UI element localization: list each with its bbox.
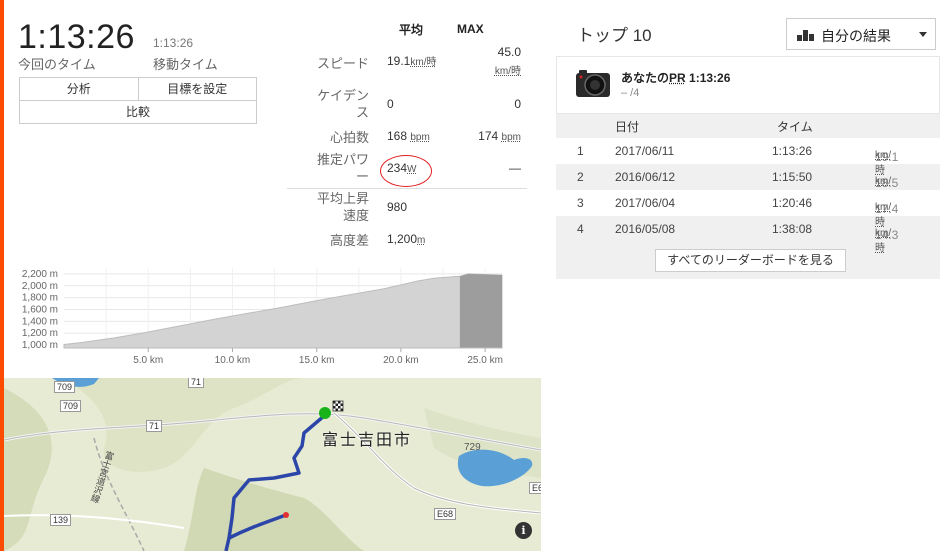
stat-heartrate-max: 174 bpm (478, 129, 521, 143)
stat-label-cadence: ケイデンス (317, 88, 369, 120)
stat-label-heartrate: 心拍数 (329, 129, 369, 145)
stat-power-max: — (509, 160, 521, 175)
elev-y-tick-label: 1,000 m (22, 340, 58, 351)
moving-time: 1:13:26 (153, 36, 194, 50)
elev-area (63, 273, 503, 349)
stat-label-power: 推定パワー (317, 151, 370, 184)
set-goal-button[interactable]: 目標を設定 (137, 78, 256, 100)
stats-col-avg: 平均 (399, 22, 424, 37)
row-rank: 2 (577, 170, 584, 184)
elevation-chart: 1,000 m1,200 m1,400 m1,600 m1,800 m2,000… (22, 268, 503, 366)
road-label-729: 729 (464, 442, 481, 453)
info-icon[interactable]: i (515, 522, 532, 539)
stat-speed-max-unit: km/時 (494, 66, 521, 77)
stat-climb-rate-avg: 980 (387, 187, 457, 226)
stat-cadence-avg: 0 (387, 97, 394, 111)
row-date: 2017/06/11 (615, 144, 675, 158)
power-annotation-circle (380, 155, 432, 187)
road-label-709b: 709 (60, 400, 82, 412)
stat-heartrate-avg: 168 bpm (387, 129, 430, 143)
personal-record-card: あなたのPR 1:13:26 – /4 (556, 56, 940, 114)
stat-label-climb-rate: 平均上昇速度 (287, 187, 387, 226)
analysis-button[interactable]: 分析 (20, 78, 138, 100)
row-time: 1:20:46 (772, 196, 813, 210)
camera-avatar-icon (576, 70, 610, 97)
road-label-709a: 709 (54, 381, 76, 393)
row-date: 2017/06/04 (615, 196, 676, 210)
elev-x-tick-label: 25.0 km (467, 355, 503, 366)
table-row[interactable]: 2 2016/06/12 1:15:50 18.5km/時 (556, 164, 940, 202)
route-map[interactable]: 富士吉田市 709 709 71 71 729 139 E68 E68 富士宮道… (4, 378, 541, 551)
bar-chart-icon (797, 30, 814, 41)
col-date-header: 日付 (615, 120, 640, 134)
elev-x-tick-label: 5.0 km (133, 355, 163, 366)
stat-label-elevation-gain: 高度差 (329, 232, 369, 248)
row-time: 1:15:50 (772, 170, 813, 184)
road-label-71a: 71 (188, 378, 205, 388)
route-end-marker (283, 512, 289, 518)
elev-y-tick-label: 2,000 m (22, 281, 58, 292)
elev-x-tick-label: 15.0 km (299, 355, 335, 366)
stat-elevation-gain-avg: 1,200m (387, 232, 426, 246)
moving-time-label: 移動タイム (153, 57, 218, 72)
row-rank: 4 (577, 222, 584, 236)
stat-speed-avg-unit: km/時 (410, 57, 437, 68)
map-city-label: 富士吉田市 (322, 432, 413, 449)
row-rank: 3 (577, 196, 584, 210)
compare-button[interactable]: 比較 (20, 101, 256, 123)
elev-y-tick-label: 2,200 m (22, 269, 58, 280)
elev-x-tick-label: 20.0 km (383, 355, 419, 366)
leaderboard-panel: あなたのPR 1:13:26 – /4 日付 タイム 1 2017/06/11 … (556, 56, 940, 279)
elev-highlight-area (459, 273, 502, 348)
stats-table: 平均 MAX スピード 19.1km/時 45.0km/時 ケイデンス 0 0 … (287, 18, 527, 252)
elev-y-tick-label: 1,200 m (22, 328, 58, 339)
stat-speed-max: 45.0km/時 (457, 40, 527, 84)
pr-title: あなたのPR 1:13:26 (621, 71, 731, 85)
stat-cadence-max: 0 (514, 97, 521, 111)
table-row[interactable]: 4 2016/05/08 1:38:08 14.3 km/時 (556, 216, 940, 254)
elev-y-tick-label: 1,800 m (22, 293, 58, 304)
table-row[interactable]: 1 2017/06/11 1:13:26 19.1 km/時 (556, 138, 940, 176)
road-label-e68b: E68 (529, 482, 541, 494)
results-filter-label: 自分の結果 (821, 28, 891, 44)
elapsed-time-label: 今回のタイム (18, 57, 96, 72)
row-time: 1:38:08 (772, 222, 813, 236)
elev-y-tick-label: 1,600 m (22, 304, 58, 315)
view-all-leaderboards-button[interactable]: すべてのリーダーボードを見る (655, 249, 846, 272)
finish-flag-icon (332, 400, 344, 412)
pr-abbr: PR (669, 71, 686, 85)
road-label-71b: 71 (146, 420, 163, 432)
elev-x-tick-label: 10.0 km (215, 355, 251, 366)
elapsed-time: 1:13:26 (18, 18, 135, 56)
road-label-139: 139 (50, 514, 72, 526)
row-date: 2016/06/12 (615, 170, 676, 184)
leaderboard-title: トップ 10 (577, 26, 652, 45)
elev-y-tick-label: 1,400 m (22, 316, 58, 327)
row-rank: 1 (577, 144, 584, 158)
chevron-down-icon (919, 32, 927, 37)
stat-speed-avg: 19.1km/時 (387, 40, 457, 84)
table-row[interactable]: 3 2017/06/04 1:20:46 17.4 km/時 (556, 190, 940, 228)
col-time-header: タイム (777, 120, 813, 134)
map-graphic (4, 378, 541, 551)
results-filter-dropdown[interactable]: 自分の結果 (786, 18, 936, 50)
road-label-e68a: E68 (434, 508, 457, 520)
stat-label-speed: スピード (316, 55, 369, 71)
row-time: 1:13:26 (772, 144, 813, 158)
stats-col-max: MAX (457, 22, 484, 36)
start-marker (319, 407, 331, 419)
action-buttons: 分析 目標を設定 比較 (19, 77, 257, 124)
pr-rank: – /4 (621, 87, 640, 99)
row-date: 2016/05/08 (615, 222, 676, 236)
